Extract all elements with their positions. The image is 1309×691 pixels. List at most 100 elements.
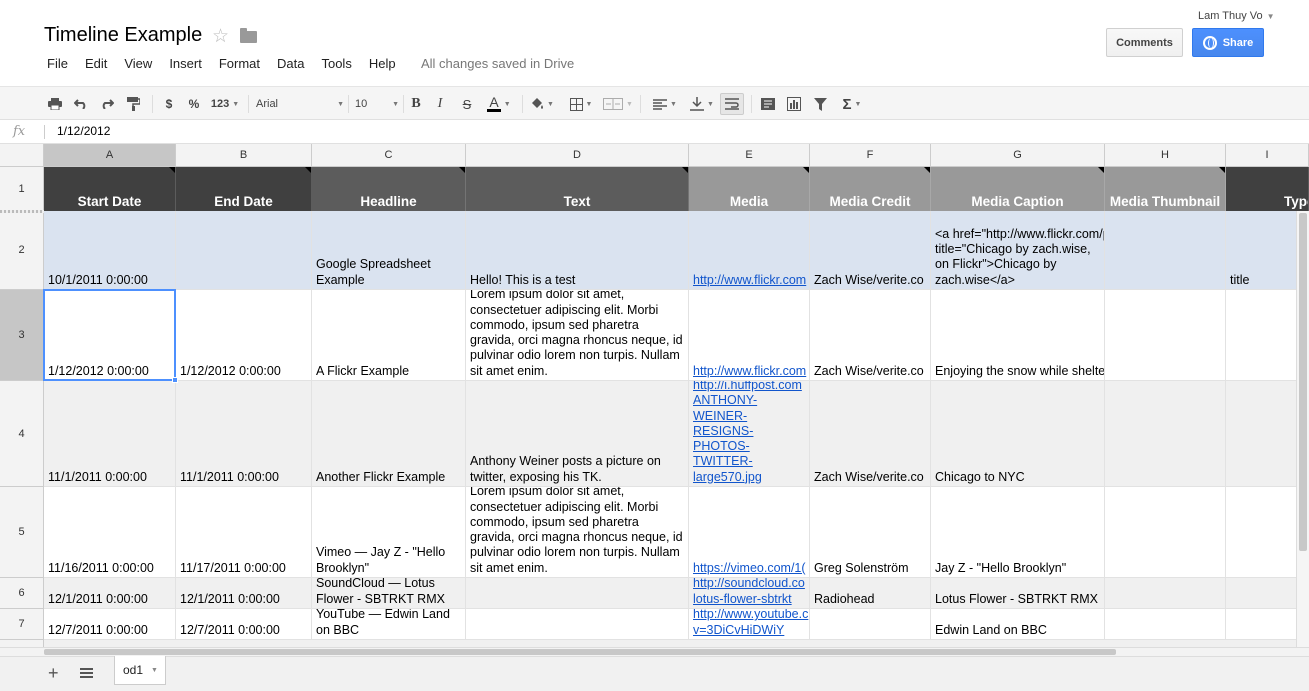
horizontal-align-button[interactable]: ▼: [648, 93, 682, 115]
share-button[interactable]: Share: [1192, 28, 1264, 57]
table-cell[interactable]: http://www.flickr.com: [689, 211, 810, 290]
row-header-4[interactable]: 4: [0, 381, 44, 487]
functions-button[interactable]: Σ ▼: [837, 93, 867, 115]
table-cell[interactable]: [1105, 290, 1226, 381]
table-cell[interactable]: Edwin Land on BBC: [931, 609, 1105, 640]
table-cell[interactable]: Chicago to NYC: [931, 381, 1105, 487]
number-format-button[interactable]: 123 ▼: [208, 93, 242, 115]
table-cell[interactable]: 12/1/2011 0:00:00: [44, 578, 176, 609]
select-all-corner[interactable]: [0, 144, 44, 167]
table-cell[interactable]: Lorem ipsum dolor sit amet, consectetuer…: [466, 290, 689, 381]
table-cell[interactable]: 12/7/2011 0:00:00: [176, 609, 312, 640]
table-cell[interactable]: Anthony Weiner posts a picture on twitte…: [466, 381, 689, 487]
borders-button[interactable]: ▼: [566, 93, 596, 115]
menu-edit[interactable]: Edit: [85, 56, 107, 71]
font-family-select[interactable]: Arial ▼: [256, 93, 344, 115]
table-cell[interactable]: 1/12/2012 0:00:00: [44, 290, 176, 381]
table-cell[interactable]: Vimeo — Jay Z - "Hello Brooklyn": [312, 487, 466, 578]
table-cell[interactable]: Lotus Flower - SBTRKT RMX: [931, 578, 1105, 609]
table-cell[interactable]: Zach Wise/verite.co: [810, 211, 931, 290]
table-cell[interactable]: http://soundcloud.co lotus-flower-sbtrkt: [689, 578, 810, 609]
column-header-h[interactable]: H: [1105, 144, 1226, 167]
table-cell[interactable]: http://i.huffpost.com ANTHONY- WEINER- R…: [689, 381, 810, 487]
paint-format-icon[interactable]: [124, 93, 142, 115]
vertical-scrollbar[interactable]: [1296, 211, 1309, 647]
table-cell[interactable]: Zach Wise/verite.co: [810, 290, 931, 381]
undo-icon[interactable]: [72, 93, 90, 115]
fill-handle[interactable]: [172, 377, 178, 383]
comments-button[interactable]: Comments: [1106, 28, 1183, 57]
header-cell[interactable]: Media Thumbnail: [1105, 167, 1226, 211]
merge-cells-button[interactable]: ▼: [601, 93, 635, 115]
header-cell[interactable]: Media Caption: [931, 167, 1105, 211]
insert-comment-button[interactable]: [759, 93, 777, 115]
table-cell[interactable]: 12/7/2011 0:00:00: [44, 609, 176, 640]
header-cell[interactable]: Media: [689, 167, 810, 211]
menu-tools[interactable]: Tools: [321, 56, 351, 71]
table-cell[interactable]: [466, 578, 689, 609]
menu-insert[interactable]: Insert: [169, 56, 202, 71]
header-cell[interactable]: End Date: [176, 167, 312, 211]
row-header-3[interactable]: 3: [0, 290, 44, 381]
column-header-e[interactable]: E: [689, 144, 810, 167]
table-cell[interactable]: Enjoying the snow while sheltered at the…: [931, 290, 1105, 381]
table-cell[interactable]: Radiohead: [810, 578, 931, 609]
table-cell[interactable]: [810, 609, 931, 640]
table-cell[interactable]: 11/17/2011 0:00:00: [176, 487, 312, 578]
formula-input[interactable]: 1/12/2012: [57, 124, 110, 138]
table-cell[interactable]: A Flickr Example: [312, 290, 466, 381]
column-header-b[interactable]: B: [176, 144, 312, 167]
print-icon[interactable]: [46, 93, 64, 115]
frozen-row-divider[interactable]: [0, 210, 44, 213]
table-cell[interactable]: [466, 609, 689, 640]
row-header-6[interactable]: 6: [0, 578, 44, 609]
vertical-align-button[interactable]: ▼: [685, 93, 719, 115]
header-cell[interactable]: Type: [1226, 167, 1309, 211]
redo-icon[interactable]: [98, 93, 116, 115]
table-cell[interactable]: Hello! This is a test: [466, 211, 689, 290]
insert-chart-button[interactable]: [785, 93, 803, 115]
menu-format[interactable]: Format: [219, 56, 260, 71]
filter-button[interactable]: [811, 93, 829, 115]
column-header-f[interactable]: F: [810, 144, 931, 167]
document-title[interactable]: Timeline Example: [44, 24, 202, 47]
table-cell[interactable]: [1105, 578, 1226, 609]
menu-data[interactable]: Data: [277, 56, 304, 71]
add-sheet-icon[interactable]: +: [48, 663, 59, 684]
table-cell[interactable]: YouTube — Edwin Land on BBC: [312, 609, 466, 640]
currency-format-button[interactable]: $: [162, 93, 176, 115]
row-header-2[interactable]: 2: [0, 211, 44, 290]
italic-button[interactable]: I: [432, 93, 448, 115]
table-cell[interactable]: Google Spreadsheet Example: [312, 211, 466, 290]
table-cell[interactable]: Another Flickr Example: [312, 381, 466, 487]
table-cell[interactable]: Jay Z - "Hello Brooklyn": [931, 487, 1105, 578]
folder-icon[interactable]: [240, 28, 257, 43]
table-cell[interactable]: 11/16/2011 0:00:00: [44, 487, 176, 578]
strikethrough-button[interactable]: S: [459, 93, 475, 115]
column-header-d[interactable]: D: [466, 144, 689, 167]
menu-view[interactable]: View: [124, 56, 152, 71]
menu-file[interactable]: File: [47, 56, 68, 71]
table-cell[interactable]: 10/1/2011 0:00:00: [44, 211, 176, 290]
sheet-tab[interactable]: od1 ▼: [114, 656, 166, 685]
table-cell[interactable]: 11/1/2011 0:00:00: [176, 381, 312, 487]
vertical-scroll-thumb[interactable]: [1299, 213, 1307, 551]
row-header-7[interactable]: 7: [0, 609, 44, 640]
horizontal-scrollbar[interactable]: [0, 647, 1309, 656]
column-header-c[interactable]: C: [312, 144, 466, 167]
table-cell[interactable]: 1/12/2012 0:00:00: [176, 290, 312, 381]
text-color-button[interactable]: A ▼: [481, 93, 517, 115]
table-cell[interactable]: [1105, 381, 1226, 487]
header-cell[interactable]: Text: [466, 167, 689, 211]
percent-format-button[interactable]: %: [187, 93, 201, 115]
table-cell[interactable]: Zach Wise/verite.co: [810, 381, 931, 487]
header-cell[interactable]: Start Date: [44, 167, 176, 211]
table-cell[interactable]: 12/1/2011 0:00:00: [176, 578, 312, 609]
row-header-1[interactable]: 1: [0, 167, 44, 211]
column-header-g[interactable]: G: [931, 144, 1105, 167]
table-cell[interactable]: http://www.flickr.com: [689, 290, 810, 381]
table-cell[interactable]: https://vimeo.com/1(: [689, 487, 810, 578]
table-cell[interactable]: Lorem ipsum dolor sit amet, consectetuer…: [466, 487, 689, 578]
star-icon[interactable]: ☆: [212, 25, 229, 48]
header-cell[interactable]: Headline: [312, 167, 466, 211]
